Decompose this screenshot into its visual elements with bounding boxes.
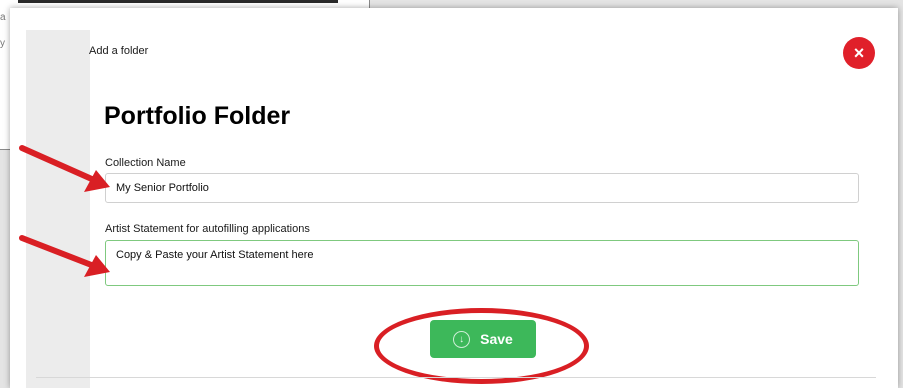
- red-arrow-icon: [19, 145, 110, 192]
- annotation-arrows: [19, 145, 110, 277]
- red-arrow-icon: [19, 235, 110, 277]
